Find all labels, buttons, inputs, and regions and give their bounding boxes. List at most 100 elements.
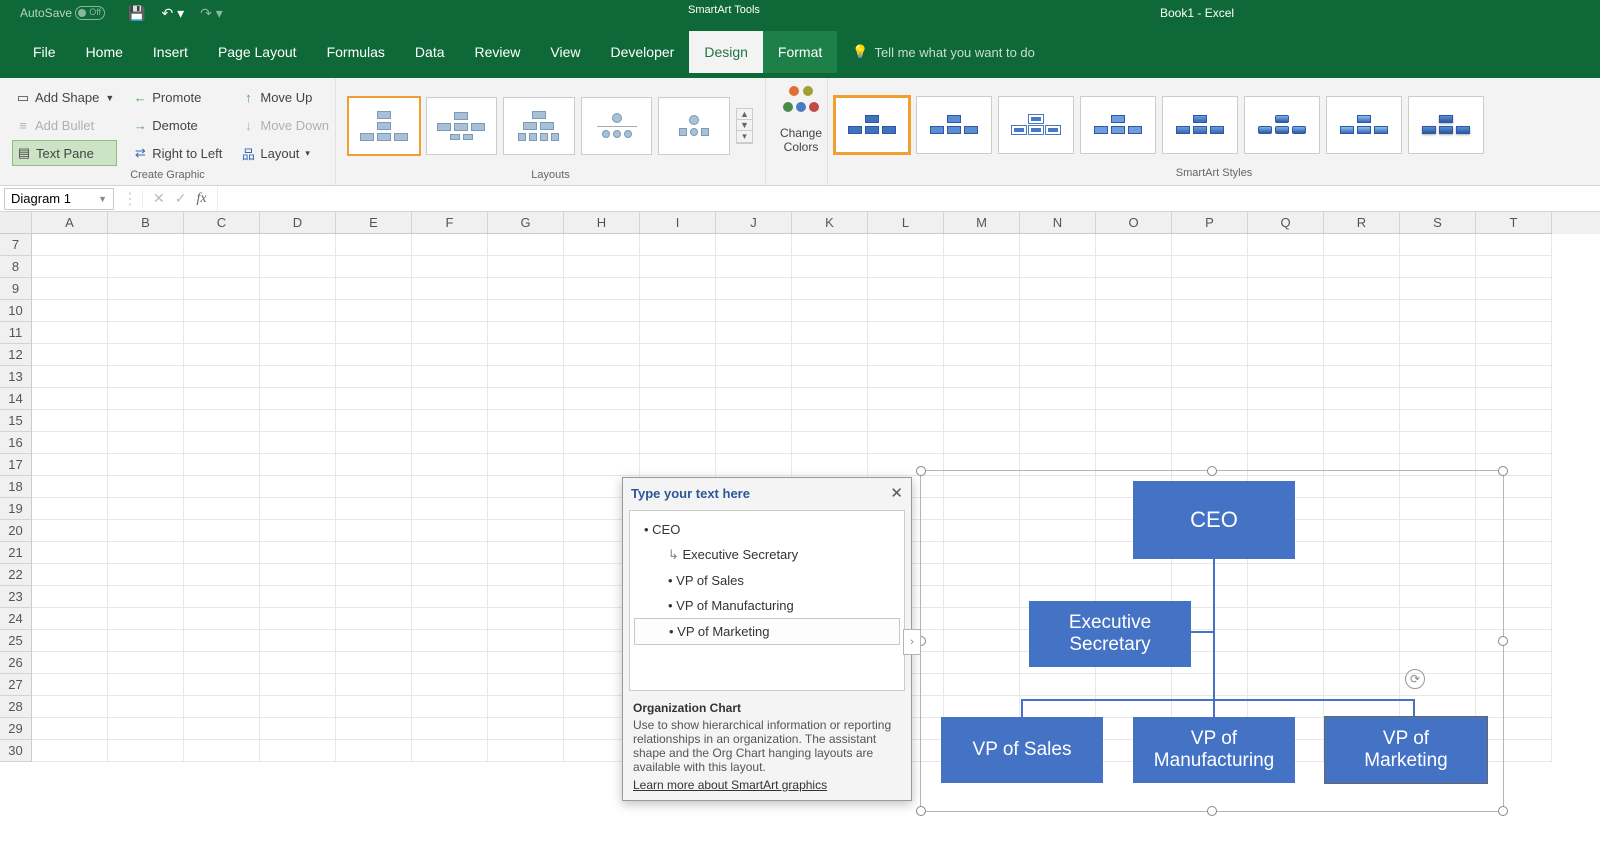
row-header[interactable]: 7 bbox=[0, 234, 32, 256]
cell[interactable] bbox=[716, 234, 792, 256]
cell[interactable] bbox=[488, 564, 564, 586]
resize-handle[interactable] bbox=[1498, 806, 1508, 816]
cell[interactable] bbox=[944, 344, 1020, 366]
cell[interactable] bbox=[640, 278, 716, 300]
cell[interactable] bbox=[1324, 322, 1400, 344]
cell[interactable] bbox=[1020, 410, 1096, 432]
style-thumb[interactable] bbox=[834, 96, 910, 154]
cell[interactable] bbox=[336, 586, 412, 608]
cell[interactable] bbox=[336, 630, 412, 652]
cell[interactable] bbox=[1020, 234, 1096, 256]
cell[interactable] bbox=[32, 586, 108, 608]
cell[interactable] bbox=[640, 322, 716, 344]
cell[interactable] bbox=[260, 344, 336, 366]
row-header[interactable]: 23 bbox=[0, 586, 32, 608]
cell[interactable] bbox=[336, 234, 412, 256]
cell[interactable] bbox=[260, 740, 336, 762]
row-header[interactable]: 14 bbox=[0, 388, 32, 410]
cell[interactable] bbox=[564, 410, 640, 432]
cell[interactable] bbox=[32, 542, 108, 564]
expand-gallery-icon[interactable]: ▾ bbox=[737, 131, 752, 143]
cell[interactable] bbox=[32, 366, 108, 388]
row-header[interactable]: 21 bbox=[0, 542, 32, 564]
cell[interactable] bbox=[412, 674, 488, 696]
cell[interactable] bbox=[32, 256, 108, 278]
cell[interactable] bbox=[488, 586, 564, 608]
cell[interactable] bbox=[184, 366, 260, 388]
cell[interactable] bbox=[1172, 256, 1248, 278]
cell[interactable] bbox=[1020, 388, 1096, 410]
cell[interactable] bbox=[32, 740, 108, 762]
column-header[interactable]: F bbox=[412, 212, 488, 234]
cell[interactable] bbox=[32, 718, 108, 740]
cell[interactable] bbox=[412, 498, 488, 520]
resize-handle[interactable] bbox=[1207, 466, 1217, 476]
cell[interactable] bbox=[336, 410, 412, 432]
cell[interactable] bbox=[184, 740, 260, 762]
toggle-off-icon[interactable] bbox=[75, 6, 105, 20]
cell[interactable] bbox=[1476, 410, 1552, 432]
cell[interactable] bbox=[260, 278, 336, 300]
cell[interactable] bbox=[640, 410, 716, 432]
cell[interactable] bbox=[792, 366, 868, 388]
cell[interactable] bbox=[944, 366, 1020, 388]
cell[interactable] bbox=[184, 564, 260, 586]
cell[interactable] bbox=[792, 256, 868, 278]
cell[interactable] bbox=[1172, 234, 1248, 256]
layout-thumb[interactable] bbox=[581, 97, 653, 155]
cell[interactable] bbox=[488, 344, 564, 366]
cell[interactable] bbox=[564, 344, 640, 366]
row-header[interactable]: 9 bbox=[0, 278, 32, 300]
cell[interactable] bbox=[412, 740, 488, 762]
cell[interactable] bbox=[336, 520, 412, 542]
cell[interactable] bbox=[488, 322, 564, 344]
cell[interactable] bbox=[32, 564, 108, 586]
cell[interactable] bbox=[336, 256, 412, 278]
cell[interactable] bbox=[1476, 366, 1552, 388]
cell[interactable] bbox=[336, 498, 412, 520]
cell[interactable] bbox=[716, 388, 792, 410]
cell[interactable] bbox=[944, 322, 1020, 344]
cell[interactable] bbox=[412, 608, 488, 630]
tab-insert[interactable]: Insert bbox=[138, 31, 203, 73]
cell[interactable] bbox=[260, 322, 336, 344]
cell[interactable] bbox=[260, 388, 336, 410]
column-header[interactable]: E bbox=[336, 212, 412, 234]
cell[interactable] bbox=[412, 520, 488, 542]
cell[interactable] bbox=[488, 432, 564, 454]
cell[interactable] bbox=[184, 718, 260, 740]
tab-file[interactable]: File bbox=[18, 31, 71, 73]
cell[interactable] bbox=[412, 300, 488, 322]
cell[interactable] bbox=[412, 630, 488, 652]
cell[interactable] bbox=[488, 388, 564, 410]
close-icon[interactable]: ✕ bbox=[890, 484, 903, 502]
cell[interactable] bbox=[1324, 432, 1400, 454]
cell[interactable] bbox=[564, 256, 640, 278]
chevron-down-icon[interactable]: ▾ bbox=[305, 148, 310, 159]
cell[interactable] bbox=[184, 652, 260, 674]
cell[interactable] bbox=[1020, 256, 1096, 278]
cell[interactable] bbox=[1476, 278, 1552, 300]
org-node-vp-mfg[interactable]: VP of Manufacturing bbox=[1133, 717, 1295, 783]
formula-bar[interactable] bbox=[217, 186, 1600, 211]
cell[interactable] bbox=[640, 454, 716, 476]
cell[interactable] bbox=[488, 476, 564, 498]
cell[interactable] bbox=[1020, 344, 1096, 366]
cell[interactable] bbox=[336, 674, 412, 696]
cell[interactable] bbox=[336, 696, 412, 718]
autosave-toggle[interactable]: AutoSave bbox=[20, 6, 105, 21]
cell[interactable] bbox=[488, 696, 564, 718]
row-header[interactable]: 30 bbox=[0, 740, 32, 762]
tab-page-layout[interactable]: Page Layout bbox=[203, 31, 312, 73]
resize-handle[interactable] bbox=[1498, 466, 1508, 476]
cell[interactable] bbox=[336, 366, 412, 388]
cell[interactable] bbox=[1248, 256, 1324, 278]
cell[interactable] bbox=[792, 432, 868, 454]
cell[interactable] bbox=[412, 542, 488, 564]
cell[interactable] bbox=[260, 300, 336, 322]
cell[interactable] bbox=[184, 278, 260, 300]
cell[interactable] bbox=[1400, 322, 1476, 344]
cell[interactable] bbox=[32, 674, 108, 696]
cell[interactable] bbox=[260, 366, 336, 388]
cell[interactable] bbox=[488, 234, 564, 256]
